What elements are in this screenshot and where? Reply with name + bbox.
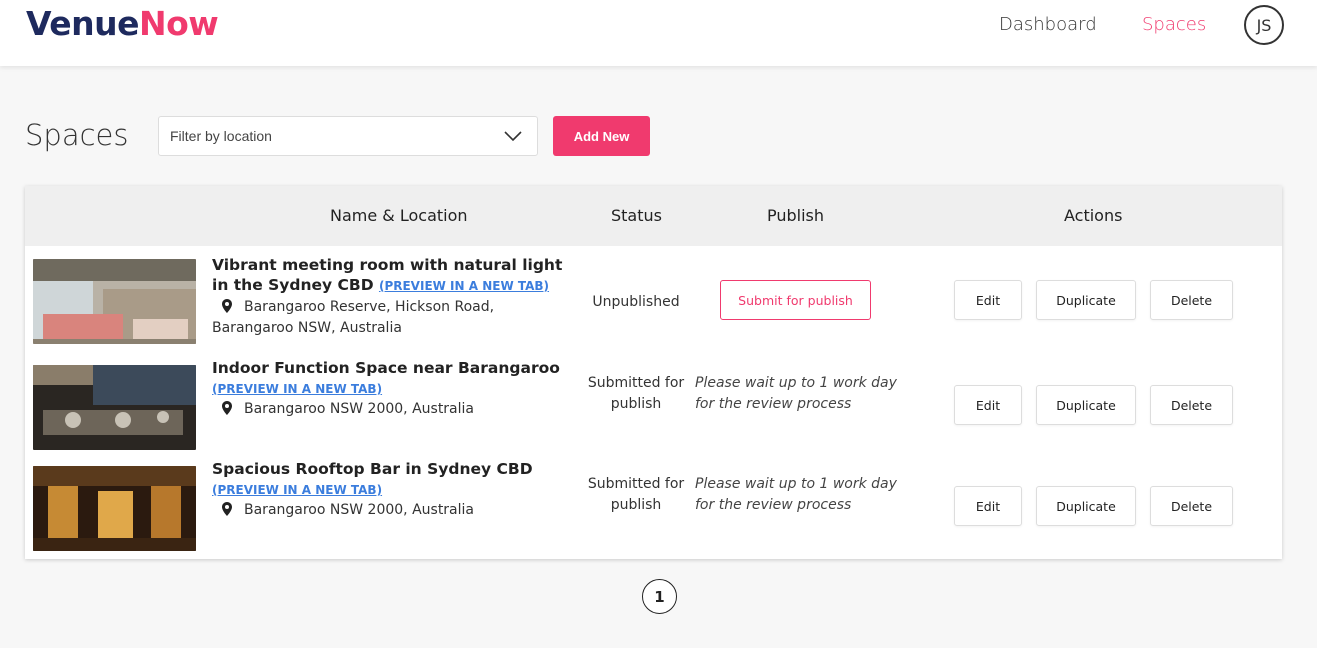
space-name: Indoor Function Space near Barangaroo (P… [212, 358, 572, 399]
edit-button[interactable]: Edit [954, 280, 1022, 320]
space-thumbnail-image[interactable] [33, 466, 196, 551]
space-name: Vibrant meeting room with natural light … [212, 255, 572, 296]
status-text: Submitted for publish [587, 375, 685, 412]
status-text: Submitted for publish [587, 476, 685, 513]
publish-wait-note: Please wait up to 1 work day for the rev… [695, 375, 897, 412]
brand-logo[interactable]: VenueNow [26, 4, 219, 43]
chevron-down-icon [504, 131, 522, 142]
table-header: Name & Location Status Publish Actions [25, 186, 1282, 246]
filter-placeholder: Filter by location [170, 128, 272, 144]
map-pin-icon [222, 502, 232, 516]
edit-button[interactable]: Edit [954, 385, 1022, 425]
logo-text-venue: Venue [26, 4, 139, 43]
space-location: Barangaroo NSW 2000, Australia [212, 500, 577, 521]
map-pin-icon [222, 401, 232, 415]
publish-wait-note: Please wait up to 1 work day for the rev… [695, 476, 897, 513]
location-text: Barangaroo NSW 2000, Australia [244, 502, 474, 518]
space-name-text: Indoor Function Space near Barangaroo [212, 359, 560, 377]
header-status: Status [611, 206, 662, 225]
status-text: Unpublished [592, 294, 680, 310]
add-new-button[interactable]: Add New [553, 116, 650, 156]
space-location: Barangaroo Reserve, Hickson Road, Barang… [212, 297, 577, 339]
delete-button[interactable]: Delete [1150, 486, 1233, 526]
nav-spaces-link[interactable]: Spaces [1142, 14, 1206, 35]
user-avatar[interactable]: JS [1244, 5, 1284, 45]
pagination-page-1[interactable]: 1 [642, 579, 677, 614]
preview-link[interactable]: (PREVIEW IN A NEW TAB) [212, 483, 382, 497]
duplicate-button[interactable]: Duplicate [1036, 385, 1136, 425]
submit-for-publish-button[interactable]: Submit for publish [720, 280, 871, 320]
map-pin-icon [222, 299, 232, 313]
preview-link[interactable]: (PREVIEW IN A NEW TAB) [212, 382, 382, 396]
space-name: Spacious Rooftop Bar in Sydney CBD (PREV… [212, 459, 572, 500]
location-text: Barangaroo NSW 2000, Australia [244, 401, 474, 417]
space-thumbnail-image[interactable] [33, 365, 196, 450]
space-location: Barangaroo NSW 2000, Australia [212, 399, 577, 420]
logo-text-now: Now [138, 4, 219, 43]
delete-button[interactable]: Delete [1150, 385, 1233, 425]
location-filter-select[interactable]: Filter by location [158, 116, 538, 156]
header-actions: Actions [1064, 206, 1123, 225]
space-name-text: Spacious Rooftop Bar in Sydney CBD [212, 460, 533, 478]
preview-link[interactable]: (PREVIEW IN A NEW TAB) [379, 279, 549, 293]
duplicate-button[interactable]: Duplicate [1036, 280, 1136, 320]
edit-button[interactable]: Edit [954, 486, 1022, 526]
spaces-table: Name & Location Status Publish Actions V… [25, 186, 1282, 559]
duplicate-button[interactable]: Duplicate [1036, 486, 1136, 526]
top-navbar: VenueNow Dashboard Spaces JS [0, 0, 1317, 66]
header-name-location: Name & Location [330, 206, 468, 225]
location-text: Barangaroo Reserve, Hickson Road, Barang… [212, 299, 495, 336]
page-title: Spaces [25, 118, 129, 152]
table-row: Vibrant meeting room with natural light … [25, 246, 1282, 351]
table-row: Spacious Rooftop Bar in Sydney CBD (PREV… [25, 452, 1282, 559]
header-publish: Publish [767, 206, 825, 225]
delete-button[interactable]: Delete [1150, 280, 1233, 320]
space-thumbnail-image[interactable] [33, 259, 196, 344]
nav-dashboard-link[interactable]: Dashboard [999, 14, 1097, 35]
table-row: Indoor Function Space near Barangaroo (P… [25, 351, 1282, 452]
